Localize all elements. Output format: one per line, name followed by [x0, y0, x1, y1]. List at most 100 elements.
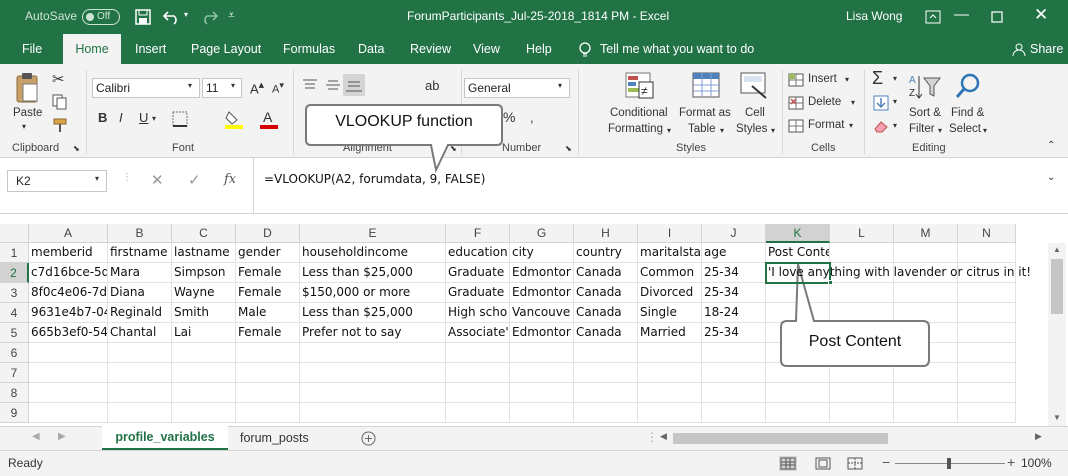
bottom-align-icon[interactable]	[343, 74, 365, 96]
borders-icon[interactable]	[172, 111, 192, 127]
cell-e8[interactable]	[300, 383, 446, 403]
cell-c5[interactable]: Lai	[172, 323, 236, 343]
tab-home[interactable]: Home	[63, 34, 121, 64]
horizontal-scroll-thumb[interactable]	[673, 433, 888, 444]
cell-n3[interactable]	[958, 283, 1016, 303]
insert-function-button[interactable]: fx	[224, 172, 236, 187]
page-layout-view-icon[interactable]	[814, 456, 832, 471]
column-header-f[interactable]: F	[446, 224, 510, 243]
column-header-d[interactable]: D	[236, 224, 300, 243]
cell-c7[interactable]	[172, 363, 236, 383]
cell-styles-dropdown-icon[interactable]: ▾	[771, 126, 775, 135]
normal-view-icon[interactable]	[779, 456, 797, 471]
zoom-slider-thumb[interactable]	[947, 458, 951, 469]
cell-e9[interactable]	[300, 403, 446, 423]
column-header-h[interactable]: H	[574, 224, 638, 243]
cell-b4[interactable]: Reginald	[108, 303, 172, 323]
tab-review[interactable]: Review	[410, 34, 451, 64]
cell-d2[interactable]: Female	[236, 263, 300, 283]
font-color-icon[interactable]: A	[260, 108, 278, 130]
scroll-left-icon[interactable]: ◀	[660, 431, 667, 442]
cell-g9[interactable]	[510, 403, 574, 423]
paste-dropdown-icon[interactable]: ▾	[22, 122, 26, 131]
cell-f6[interactable]	[446, 343, 510, 363]
format-as-table-icon[interactable]	[692, 72, 722, 100]
cell-l8[interactable]	[830, 383, 894, 403]
cell-f4[interactable]: High scho	[446, 303, 510, 323]
autosum-icon[interactable]: Σ	[872, 68, 883, 89]
cell-d8[interactable]	[236, 383, 300, 403]
scroll-down-icon[interactable]: ▼	[1053, 413, 1061, 422]
cell-i5[interactable]: Married	[638, 323, 702, 343]
format-as-table-label-2[interactable]: Table	[688, 123, 716, 135]
cell-g1[interactable]: city	[510, 243, 574, 263]
cell-a3[interactable]: 8f0c4e06-7d5	[29, 283, 108, 303]
cell-e7[interactable]	[300, 363, 446, 383]
cell-j1[interactable]: age	[702, 243, 766, 263]
wrap-text-icon[interactable]: ab	[425, 78, 439, 93]
underline-dropdown-icon[interactable]: ▾	[152, 114, 156, 123]
conditional-formatting-dropdown-icon[interactable]: ▾	[667, 126, 671, 135]
cell-k9[interactable]	[766, 403, 830, 423]
italic-button[interactable]: I	[119, 110, 123, 125]
middle-align-icon[interactable]	[325, 78, 341, 92]
cell-m9[interactable]	[894, 403, 958, 423]
format-dropdown-icon[interactable]: ▾	[849, 121, 853, 130]
scroll-up-icon[interactable]: ▲	[1053, 245, 1061, 254]
cell-f9[interactable]	[446, 403, 510, 423]
horizontal-scrollbar[interactable]: ◀ ▶	[658, 430, 1048, 447]
cell-styles-label-1[interactable]: Cell	[745, 107, 765, 119]
cell-h3[interactable]: Canada	[574, 283, 638, 303]
autosum-dropdown-icon[interactable]: ▾	[893, 74, 897, 83]
cell-f1[interactable]: education	[446, 243, 510, 263]
conditional-formatting-label-1[interactable]: Conditional	[610, 107, 668, 119]
vertical-scrollbar[interactable]: ▲ ▼	[1048, 243, 1066, 426]
tab-formulas[interactable]: Formulas	[283, 34, 335, 64]
undo-dropdown-icon[interactable]: ▾	[184, 10, 188, 19]
column-header-g[interactable]: G	[510, 224, 574, 243]
cell-h6[interactable]	[574, 343, 638, 363]
cell-b5[interactable]: Chantal	[108, 323, 172, 343]
cell-j9[interactable]	[702, 403, 766, 423]
cell-styles-icon[interactable]	[740, 72, 770, 100]
cell-g7[interactable]	[510, 363, 574, 383]
cell-a7[interactable]	[29, 363, 108, 383]
cell-i2[interactable]: Common	[638, 263, 702, 283]
customize-toolbar-icon[interactable]: ⩡	[228, 8, 235, 23]
row-header-7[interactable]: 7	[0, 363, 29, 383]
insert-cells-icon[interactable]	[788, 73, 804, 87]
clipboard-launcher-icon[interactable]: ⬊	[73, 144, 80, 153]
zoom-out-icon[interactable]: −	[882, 454, 890, 470]
row-header-2[interactable]: 2	[0, 263, 29, 283]
find-select-label-1[interactable]: Find &	[951, 107, 984, 119]
cell-e5[interactable]: Prefer not to say	[300, 323, 446, 343]
cell-f3[interactable]: Graduate	[446, 283, 510, 303]
expand-formula-bar-icon[interactable]: ⌄	[1047, 172, 1055, 183]
share-button[interactable]: Share	[1030, 34, 1063, 64]
sheet-tab-profile-variables[interactable]: profile_variables	[102, 426, 228, 450]
cell-i1[interactable]: maritalsta	[638, 243, 702, 263]
cell-b7[interactable]	[108, 363, 172, 383]
cell-n9[interactable]	[958, 403, 1016, 423]
fill-handle[interactable]	[828, 280, 833, 285]
cell-m8[interactable]	[894, 383, 958, 403]
cell-j7[interactable]	[702, 363, 766, 383]
cell-i6[interactable]	[638, 343, 702, 363]
number-launcher-icon[interactable]: ⬊	[565, 144, 572, 153]
row-header-5[interactable]: 5	[0, 323, 29, 343]
fill-color-icon[interactable]	[225, 108, 243, 130]
cell-f2[interactable]: Graduate	[446, 263, 510, 283]
delete-cells-icon[interactable]	[788, 96, 804, 110]
cell-g5[interactable]: Edmontor	[510, 323, 574, 343]
cell-n5[interactable]	[958, 323, 1016, 343]
cell-d3[interactable]: Female	[236, 283, 300, 303]
cell-b3[interactable]: Diana	[108, 283, 172, 303]
find-select-label-2[interactable]: Select	[949, 123, 981, 135]
cell-h2[interactable]: Canada	[574, 263, 638, 283]
cell-g4[interactable]: Vancouve	[510, 303, 574, 323]
find-select-icon[interactable]	[955, 72, 983, 100]
column-header-e[interactable]: E	[300, 224, 446, 243]
cell-n4[interactable]	[958, 303, 1016, 323]
find-select-dropdown-icon[interactable]: ▾	[983, 126, 987, 135]
cell-c8[interactable]	[172, 383, 236, 403]
